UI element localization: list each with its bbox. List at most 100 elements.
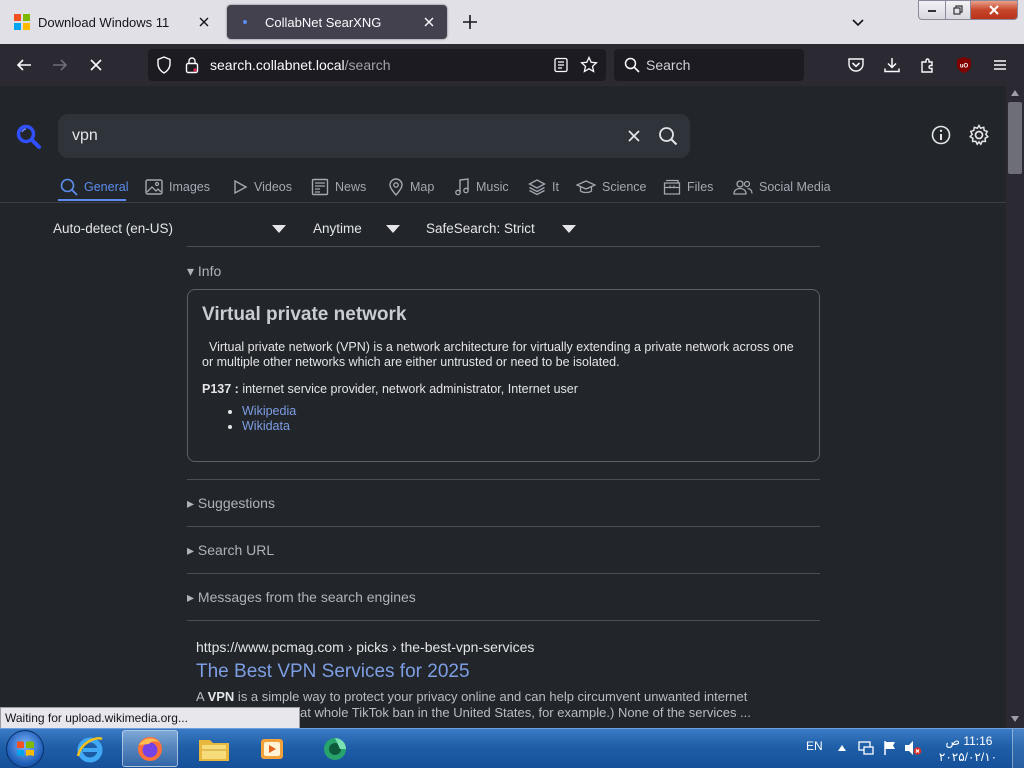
image-icon xyxy=(145,179,163,195)
tab-images[interactable]: Images xyxy=(145,176,210,198)
back-arrow-icon[interactable] xyxy=(14,55,34,75)
divider xyxy=(187,246,820,247)
clear-search-icon[interactable] xyxy=(626,128,642,144)
reader-view-icon[interactable] xyxy=(551,55,571,75)
searxng-logo-search-icon[interactable] xyxy=(16,124,42,150)
category-label: General xyxy=(84,180,129,194)
tab-videos[interactable]: Videos xyxy=(232,176,292,198)
result-host: https://www.pcmag.com xyxy=(196,639,344,655)
folder-icon xyxy=(199,739,229,761)
taskbar-app[interactable] xyxy=(308,730,364,767)
ublock-origin-icon[interactable]: uO xyxy=(954,55,974,75)
result-breadcrumb: › picks › the-best-vpn-services xyxy=(343,639,535,655)
category-label: Map xyxy=(410,180,435,194)
show-desktop-button[interactable] xyxy=(1012,729,1024,768)
search-bar[interactable] xyxy=(614,49,804,81)
map-pin-icon xyxy=(389,178,403,196)
category-label: Videos xyxy=(254,180,292,194)
downloads-icon[interactable] xyxy=(882,55,902,75)
info-toggle[interactable]: ▾ Info xyxy=(187,263,221,280)
close-tab-icon[interactable] xyxy=(421,14,437,30)
menu-hamburger-icon[interactable] xyxy=(990,55,1010,75)
tab-title: Download Windows 11 xyxy=(38,14,170,30)
search-url-toggle[interactable]: ▸ Search URL xyxy=(187,542,274,559)
status-panel: Waiting for upload.wikimedia.org... xyxy=(0,707,300,729)
tab-it[interactable]: It xyxy=(528,176,559,198)
preferences-gear-icon[interactable] xyxy=(968,124,990,146)
close-tab-icon[interactable] xyxy=(196,14,212,30)
taskbar-media-player[interactable] xyxy=(244,730,300,767)
active-tab-underline xyxy=(58,199,126,201)
search-input[interactable] xyxy=(58,114,690,158)
safesearch-value: SafeSearch: Strict xyxy=(426,221,535,236)
search-icon xyxy=(60,178,78,196)
forward-arrow-icon[interactable] xyxy=(50,55,70,75)
stop-loading-icon[interactable] xyxy=(86,55,106,75)
safesearch-select[interactable]: SafeSearch: Strict xyxy=(426,221,578,236)
divider xyxy=(187,620,820,621)
tab-news[interactable]: News xyxy=(311,176,366,198)
graduation-cap-icon xyxy=(576,180,596,194)
input-language-indicator[interactable]: EN xyxy=(806,739,823,753)
tab-collabnet-searxng[interactable]: CollabNet SearXNG xyxy=(227,5,447,39)
volume-muted-icon[interactable] xyxy=(904,740,922,756)
taskbar-internet-explorer[interactable] xyxy=(62,730,118,767)
bookmark-star-icon[interactable] xyxy=(579,55,599,75)
result-snippet: A VPN is a simple way to protect your pr… xyxy=(196,689,776,704)
lock-icon[interactable] xyxy=(182,55,202,75)
list-all-tabs-chevron-down-icon[interactable] xyxy=(850,14,866,30)
tab-general[interactable]: General xyxy=(60,176,128,198)
infobox-title: Virtual private network xyxy=(202,304,407,325)
taskbar-firefox[interactable] xyxy=(122,730,178,767)
page-scrollbar[interactable] xyxy=(1006,86,1024,728)
scroll-down-arrow-icon[interactable] xyxy=(1011,716,1019,722)
tab-download-windows[interactable]: Download Windows 11 xyxy=(4,5,222,39)
clock-time[interactable]: 11:16 ص xyxy=(944,734,994,748)
search-query-text[interactable]: vpn xyxy=(72,127,98,145)
category-divider xyxy=(0,202,1006,203)
attribute-key: P137 : xyxy=(202,382,239,396)
result-url[interactable]: https://www.pcmag.com › picks › the-best… xyxy=(196,639,534,655)
search-submit-icon[interactable] xyxy=(658,126,678,146)
clock-date[interactable]: ۲۰۲۵/۰۲/۱۰ xyxy=(936,750,1000,764)
minimize-button[interactable] xyxy=(918,0,946,20)
extensions-puzzle-icon[interactable] xyxy=(918,55,938,75)
close-window-button[interactable] xyxy=(970,0,1018,20)
display-tray-icon[interactable] xyxy=(858,740,874,756)
engine-messages-toggle[interactable]: ▸ Messages from the search engines xyxy=(187,589,416,606)
tab-map[interactable]: Map xyxy=(388,176,434,198)
tab-title: CollabNet SearXNG xyxy=(265,14,382,30)
snippet-text: A xyxy=(196,689,208,704)
category-label: Social Media xyxy=(759,180,831,194)
action-center-flag-icon[interactable] xyxy=(882,740,898,756)
new-tab-button[interactable] xyxy=(460,12,480,32)
wikipedia-link[interactable]: Wikipedia xyxy=(242,404,296,418)
pocket-icon[interactable] xyxy=(846,55,866,75)
scroll-up-arrow-icon[interactable] xyxy=(1011,90,1019,96)
divider xyxy=(187,479,820,480)
tab-files[interactable]: Files xyxy=(663,176,713,198)
url-text[interactable]: search.collabnet.local/search xyxy=(210,57,391,73)
restore-button[interactable] xyxy=(945,0,971,20)
category-label: It xyxy=(552,180,559,194)
language-select[interactable]: Auto-detect (en-US) xyxy=(53,221,289,236)
tracking-protection-shield-icon[interactable] xyxy=(154,55,174,75)
start-button[interactable] xyxy=(6,730,44,768)
tab-music[interactable]: Music xyxy=(454,176,509,198)
url-path: /search xyxy=(344,57,391,73)
suggestions-toggle[interactable]: ▸ Suggestions xyxy=(187,495,275,512)
media-player-icon xyxy=(261,738,283,759)
tab-science[interactable]: Science xyxy=(576,176,646,198)
about-info-icon[interactable] xyxy=(931,125,951,145)
chevron-down-icon xyxy=(386,225,400,233)
show-hidden-icons-arrow-icon[interactable] xyxy=(838,745,846,751)
category-label: News xyxy=(335,180,367,194)
attribute-value: internet service provider, network admin… xyxy=(242,382,578,396)
wikidata-link[interactable]: Wikidata xyxy=(242,419,290,433)
taskbar-file-explorer[interactable] xyxy=(186,730,242,767)
search-icon xyxy=(622,55,642,75)
result-title-link[interactable]: The Best VPN Services for 2025 xyxy=(196,661,470,683)
tab-social-media[interactable]: Social Media xyxy=(733,176,831,198)
scrollbar-thumb[interactable] xyxy=(1008,102,1022,174)
infobox-attribute: P137 : internet service provider, networ… xyxy=(202,382,578,396)
